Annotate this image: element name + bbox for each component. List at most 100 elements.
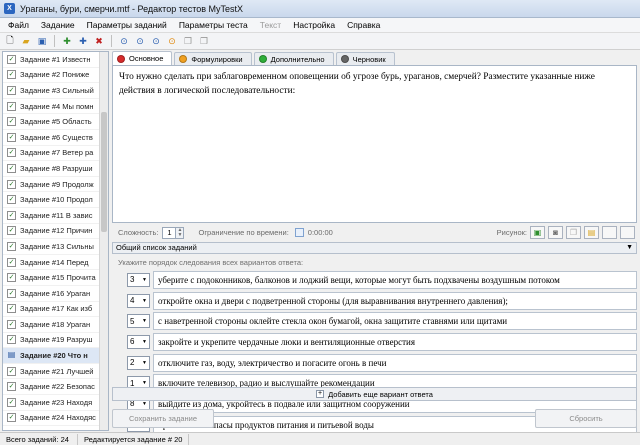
task-list-item[interactable]: ✓ Задание #24 Находяс xyxy=(3,411,108,427)
task-type-select[interactable]: Общий список заданий ▼ xyxy=(112,242,637,254)
save-task-button[interactable]: Сохранить задание xyxy=(112,409,214,428)
answer-hint: Укажите порядок следования всех варианто… xyxy=(118,258,304,267)
task-label: Задание #24 Находяс xyxy=(20,413,96,423)
task-list-item[interactable]: ✓ Задание #3 Сильный xyxy=(3,83,108,99)
task-list-item[interactable]: ✓ Задание #2 Пониже xyxy=(3,68,108,84)
difficulty-spinner[interactable]: ▲ ▼ xyxy=(176,226,185,239)
reset-button[interactable]: Сбросить xyxy=(535,409,637,428)
scrollbar-thumb[interactable] xyxy=(101,112,107,232)
editor-tab[interactable]: Формулировки xyxy=(174,52,252,65)
task-checkbox[interactable]: ✓ xyxy=(7,273,16,283)
task-checkbox[interactable]: ✓ xyxy=(7,101,16,111)
task-checkbox[interactable]: ✓ xyxy=(7,70,16,80)
move-down-icon[interactable]: ⊙ xyxy=(133,34,147,48)
task-checkbox[interactable]: ✓ xyxy=(7,241,16,251)
move-up-icon[interactable]: ⊙ xyxy=(117,34,131,48)
task-checkbox[interactable]: ✓ xyxy=(7,257,16,267)
task-checkbox[interactable]: ✓ xyxy=(7,288,16,298)
task-list-item[interactable]: ✓ Задание #4 Мы помн xyxy=(3,99,108,115)
task-checkbox[interactable]: ✓ xyxy=(7,226,16,236)
copy-picture-icon[interactable]: ❐ xyxy=(566,226,581,239)
task-checkbox[interactable]: ✓ xyxy=(7,382,16,392)
editor-tab[interactable]: Основное xyxy=(112,51,173,65)
task-checkbox[interactable]: ✓ xyxy=(7,319,16,329)
delete-task-icon[interactable]: ✖ xyxy=(92,34,106,48)
delete-picture-icon[interactable] xyxy=(602,226,617,239)
task-list-item[interactable]: ✓ Задание #10 Продол xyxy=(3,192,108,208)
save-icon[interactable]: ▣ xyxy=(35,34,49,48)
answer-text[interactable]: отключите газ, воду, электричество и пог… xyxy=(153,353,637,372)
task-list-item[interactable]: ✓ Задание #8 Разруши xyxy=(3,161,108,177)
task-list-item[interactable]: ▤ Задание #20 Что н xyxy=(3,348,108,364)
order-select[interactable]: 4 ▼ xyxy=(127,293,150,308)
insert-task-icon[interactable]: ✚ xyxy=(76,34,90,48)
task-checkbox[interactable]: ✓ xyxy=(7,397,16,407)
task-checkbox[interactable]: ✓ xyxy=(7,148,16,158)
picture-label: Рисунок: xyxy=(496,228,527,237)
menu-item[interactable]: Файл xyxy=(2,20,35,30)
order-select[interactable]: 6 ▼ xyxy=(127,334,150,349)
task-list-item[interactable]: ✓ Задание #15 Прочита xyxy=(3,270,108,286)
check-icon[interactable]: ⊙ xyxy=(165,34,179,48)
task-list-item[interactable]: ✓ Задание #7 Ветер ра xyxy=(3,146,108,162)
answer-text[interactable]: откройте окна и двери с подветренной сто… xyxy=(153,291,637,310)
copy-icon[interactable]: ❐ xyxy=(181,34,195,48)
task-checkbox[interactable]: ✓ xyxy=(7,163,16,173)
task-list-item[interactable]: ✓ Задание #22 Безопас xyxy=(3,379,108,396)
time-limit-checkbox[interactable] xyxy=(294,228,304,237)
task-checkbox[interactable]: ✓ xyxy=(7,179,16,189)
task-list-item[interactable]: ✓ Задание #21 Лучшей xyxy=(3,364,108,380)
order-select[interactable]: 2 ▼ xyxy=(127,355,150,370)
task-list-item[interactable]: ✓ Задание #6 Существ xyxy=(3,130,108,146)
question-text[interactable]: Что нужно сделать при заблаговременном о… xyxy=(112,65,637,223)
task-list-item[interactable]: ✓ Задание #23 Находя xyxy=(3,395,108,411)
paste-icon[interactable]: ❐ xyxy=(197,34,211,48)
task-list-item[interactable]: ✓ Задание #17 Как изб xyxy=(3,302,108,318)
task-checkbox[interactable]: ✓ xyxy=(7,54,16,64)
task-list-item[interactable]: ✓ Задание #13 Сильны xyxy=(3,239,108,255)
task-list-scrollbar[interactable] xyxy=(99,52,108,430)
task-checkbox[interactable]: ✓ xyxy=(7,117,16,127)
task-checkbox[interactable]: ✓ xyxy=(7,195,16,205)
task-list-item[interactable]: ✓ Задание #18 Ураган xyxy=(3,317,108,333)
task-list-item[interactable]: ✓ Задание #11 В завис xyxy=(3,208,108,224)
answer-text[interactable]: с наветренной стороны оклейте стекла око… xyxy=(153,312,637,331)
task-checkbox[interactable]: ✓ xyxy=(7,132,16,142)
task-list-item[interactable]: ✓ Задание #9 Продолж xyxy=(3,177,108,193)
time-limit-value[interactable]: 0:00:00 xyxy=(308,228,333,237)
menu-item[interactable]: Текст xyxy=(254,20,287,30)
task-list-item[interactable]: ✓ Задание #16 Ураган xyxy=(3,286,108,302)
paste-picture-icon[interactable]: ▤ xyxy=(584,226,599,239)
open-folder-icon[interactable]: ▰ xyxy=(19,34,33,48)
task-checkbox[interactable]: ✓ xyxy=(7,85,16,95)
menu-item[interactable]: Задание xyxy=(35,20,81,30)
task-list-item[interactable]: ✓ Задание #19 Разруш xyxy=(3,333,108,349)
menu-item[interactable]: Параметры теста xyxy=(173,20,254,30)
add-picture-icon[interactable]: ▣ xyxy=(530,226,545,239)
add-answer-button[interactable]: + Добавить еще вариант ответа xyxy=(112,387,637,401)
editor-tab[interactable]: Дополнительно xyxy=(253,52,334,65)
camera-icon[interactable]: ◙ xyxy=(548,226,563,239)
task-list-item[interactable]: ✓ Задание #1 Известн xyxy=(3,52,108,68)
picture-settings-icon[interactable] xyxy=(620,226,635,239)
task-checkbox[interactable]: ✓ xyxy=(7,210,16,220)
difficulty-input[interactable]: 1 xyxy=(162,226,177,239)
task-list-item[interactable]: ✓ Задание #5 Область xyxy=(3,114,108,130)
task-checkbox[interactable]: ✓ xyxy=(7,335,16,345)
menu-item[interactable]: Справка xyxy=(341,20,386,30)
task-list-item[interactable]: ✓ Задание #14 Перед xyxy=(3,255,108,271)
task-checkbox[interactable]: ✓ xyxy=(7,413,16,423)
order-select[interactable]: 3 ▼ xyxy=(127,272,150,287)
answer-text[interactable]: закройте и укрепите чердачные люки и вен… xyxy=(153,332,637,351)
task-checkbox[interactable]: ✓ xyxy=(7,366,16,376)
menu-item[interactable]: Настройка xyxy=(287,20,341,30)
preview-icon[interactable]: ⊙ xyxy=(149,34,163,48)
add-task-icon[interactable]: ✚ xyxy=(60,34,74,48)
answer-text[interactable]: уберите с подоконников, балконов и лоджи… xyxy=(153,270,637,289)
new-file-icon[interactable]: 🗋 xyxy=(3,34,17,48)
task-checkbox[interactable]: ✓ xyxy=(7,304,16,314)
editor-tab[interactable]: Черновик xyxy=(335,52,395,65)
menu-item[interactable]: Параметры заданий xyxy=(81,20,173,30)
task-list-item[interactable]: ✓ Задание #12 Причин xyxy=(3,224,108,240)
order-select[interactable]: 5 ▼ xyxy=(127,314,150,329)
